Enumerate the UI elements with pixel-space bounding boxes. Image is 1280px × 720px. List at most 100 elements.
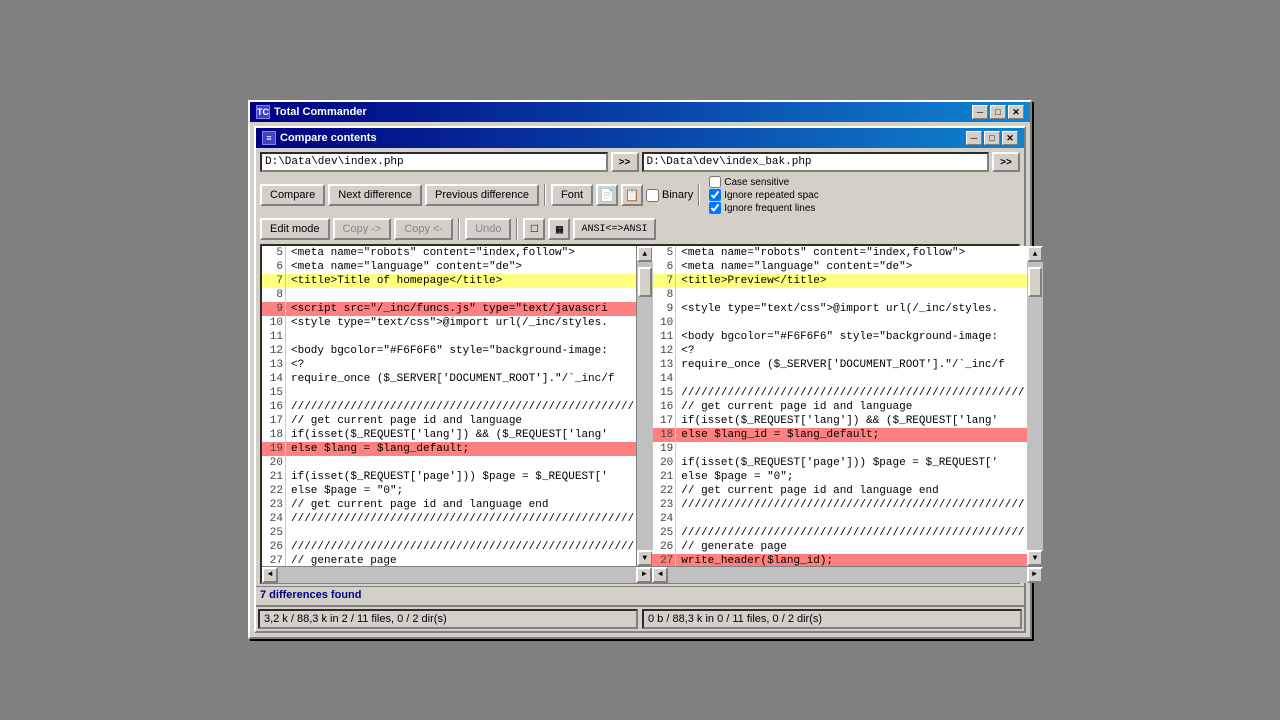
right-scroll-right-btn[interactable]: ► [1027, 567, 1043, 583]
next-diff-button[interactable]: Next difference [328, 184, 422, 206]
icon-button-2[interactable]: 📋 [621, 184, 643, 206]
table-row: 24//////////////////////////////////////… [262, 512, 636, 526]
options-group: Case sensitive Ignore repeated spac Igno… [709, 176, 819, 214]
outer-titlebar: TC Total Commander ─ □ ✕ [250, 102, 1030, 122]
separator-2 [698, 184, 700, 206]
right-scrollbar-h-row: ◄ ► [652, 566, 1042, 582]
binary-checkbox[interactable] [646, 189, 659, 202]
right-scroll-down-btn[interactable]: ▼ [1027, 550, 1043, 566]
table-row: 11<body bgcolor="#F6F6F6" style="backgro… [652, 330, 1026, 344]
outer-titlebar-left: TC Total Commander [256, 105, 367, 119]
left-scrollbar-h[interactable]: ◄ ► [262, 566, 652, 582]
outer-window: TC Total Commander ─ □ ✕ ≡ Compare conte… [248, 100, 1032, 639]
left-diff-with-scrollbar: 5<meta name="robots" content="index,foll… [262, 246, 652, 566]
right-scroll-track[interactable] [1027, 262, 1043, 550]
table-row: 5<meta name="robots" content="index,foll… [652, 246, 1026, 260]
table-row: 25//////////////////////////////////////… [652, 526, 1026, 540]
icon-button-4[interactable]: ▦ [548, 218, 570, 240]
app-icon: TC [256, 105, 270, 119]
diff-container: 5<meta name="robots" content="index,foll… [260, 244, 1020, 584]
table-row: 26//////////////////////////////////////… [262, 540, 636, 554]
table-row: 12<body bgcolor="#F6F6F6" style="backgro… [262, 344, 636, 358]
outer-window-title: Total Commander [274, 106, 367, 118]
right-path-input[interactable] [642, 152, 990, 172]
left-scroll-right-btn[interactable]: ► [636, 567, 652, 583]
table-row: 25 [262, 526, 636, 540]
table-row: 16// get current page id and language [652, 400, 1026, 414]
button-row-2: Edit mode Copy -> Copy <- Undo □ ▦ ANSI<… [256, 216, 1024, 242]
table-row: 14require_once ($_SERVER['DOCUMENT_ROOT'… [262, 372, 636, 386]
table-row: 19 [652, 442, 1026, 456]
copy-right-button[interactable]: Copy -> [333, 218, 392, 240]
left-scroll-down-btn[interactable]: ▼ [637, 550, 653, 566]
left-status-text: 3,2 k / 88,3 k in 2 / 11 files, 0 / 2 di… [258, 609, 638, 629]
inner-minimize-button[interactable]: ─ [966, 131, 982, 145]
table-row: 9<style type="text/css">@import url(/_in… [652, 302, 1026, 316]
table-row: 26// generate page [652, 540, 1026, 554]
right-scroll-thumb[interactable] [1028, 267, 1042, 297]
left-diff-content: 5<meta name="robots" content="index,foll… [262, 246, 636, 566]
table-row: 7<title>Title of homepage</title> [262, 274, 636, 288]
icon-button-3[interactable]: □ [523, 218, 545, 240]
ignore-frequent-option: Ignore frequent lines [709, 202, 819, 214]
outer-titlebar-buttons: ─ □ ✕ [972, 105, 1024, 119]
ignore-frequent-checkbox[interactable] [709, 202, 721, 214]
case-sensitive-checkbox[interactable] [709, 176, 721, 188]
table-row: 11 [262, 330, 636, 344]
table-row: 6<meta name="language" content="de"> [652, 260, 1026, 274]
table-row: 18if(isset($_REQUEST['lang']) && ($_REQU… [262, 428, 636, 442]
compare-button[interactable]: Compare [260, 184, 325, 206]
table-row: 23//////////////////////////////////////… [652, 498, 1026, 512]
bottom-status-bar: 3,2 k / 88,3 k in 2 / 11 files, 0 / 2 di… [256, 605, 1024, 631]
prev-diff-button[interactable]: Previous difference [425, 184, 539, 206]
table-row: 13<? [262, 358, 636, 372]
left-scroll-h-track[interactable] [278, 567, 636, 583]
right-diff-pane-wrapper: 5<meta name="robots" content="index,foll… [652, 246, 1042, 582]
right-scrollbar-v[interactable]: ▲ ▼ [1027, 246, 1043, 566]
right-scroll-up-btn[interactable]: ▲ [1027, 246, 1043, 262]
path-toolbar: >> >> [256, 148, 1024, 174]
table-row: 15//////////////////////////////////////… [652, 386, 1026, 400]
table-row: 17// get current page id and language [262, 414, 636, 428]
left-path-input[interactable] [260, 152, 608, 172]
inner-maximize-button[interactable]: □ [984, 131, 1000, 145]
icon-button-1[interactable]: 📄 [596, 184, 618, 206]
ansi-button[interactable]: ANSI<=>ANSI [573, 218, 655, 240]
outer-maximize-button[interactable]: □ [990, 105, 1006, 119]
table-row: 7<title>Preview</title> [652, 274, 1026, 288]
compare-window: ≡ Compare contents ─ □ ✕ >> >> Compare N… [254, 126, 1026, 633]
table-row: 27write_header($lang_id); [652, 554, 1026, 566]
case-sensitive-label: Case sensitive [724, 177, 789, 188]
inner-titlebar: ≡ Compare contents ─ □ ✕ [256, 128, 1024, 148]
table-row: 22// get current page id and language en… [652, 484, 1026, 498]
left-browse-button[interactable]: >> [611, 152, 639, 172]
left-scroll-up-btn[interactable]: ▲ [637, 246, 653, 262]
table-row: 6<meta name="language" content="de"> [262, 260, 636, 274]
left-scrollbar-v[interactable]: ▲ ▼ [636, 246, 652, 566]
right-scroll-left-btn[interactable]: ◄ [652, 567, 668, 583]
ignore-repeated-checkbox[interactable] [709, 189, 721, 201]
right-scrollbar-h[interactable]: ◄ ► [652, 566, 1042, 582]
binary-option: Binary [646, 189, 693, 202]
edit-mode-button[interactable]: Edit mode [260, 218, 330, 240]
outer-close-button[interactable]: ✕ [1008, 105, 1024, 119]
left-scroll-left-btn[interactable]: ◄ [262, 567, 278, 583]
copy-left-button[interactable]: Copy <- [394, 218, 453, 240]
undo-button[interactable]: Undo [465, 218, 511, 240]
table-row: 18else $lang_id = $lang_default; [652, 428, 1026, 442]
left-scroll-track[interactable] [637, 262, 653, 550]
outer-minimize-button[interactable]: ─ [972, 105, 988, 119]
right-diff-content: 5<meta name="robots" content="index,foll… [652, 246, 1026, 566]
table-row: 8 [652, 288, 1026, 302]
table-row: 20if(isset($_REQUEST['page'])) $page = $… [652, 456, 1026, 470]
inner-close-button[interactable]: ✕ [1002, 131, 1018, 145]
table-row: 8 [262, 288, 636, 302]
left-scroll-thumb[interactable] [638, 267, 652, 297]
right-scroll-h-track[interactable] [668, 567, 1026, 583]
right-browse-button[interactable]: >> [992, 152, 1020, 172]
separator-1 [544, 184, 546, 206]
table-row: 23// get current page id and language en… [262, 498, 636, 512]
case-sensitive-option: Case sensitive [709, 176, 819, 188]
right-diff-with-scrollbar: 5<meta name="robots" content="index,foll… [652, 246, 1042, 566]
font-button[interactable]: Font [551, 184, 593, 206]
